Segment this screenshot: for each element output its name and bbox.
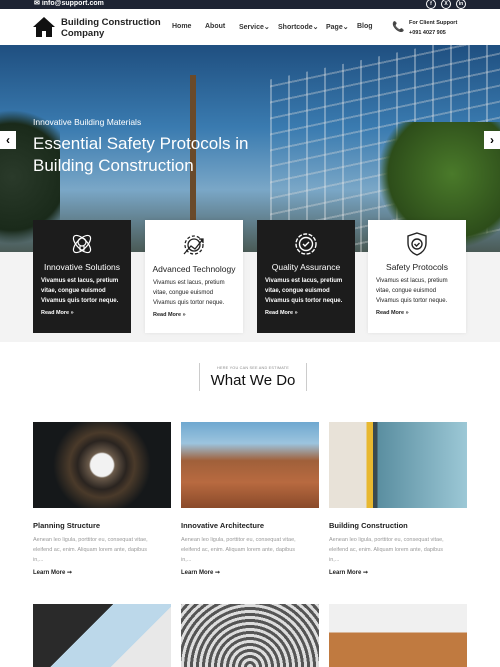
feature-card-quality-assurance: Quality Assurance Vivamus est lacus, pre…	[257, 220, 355, 333]
nav-page[interactable]: Page⌄	[326, 23, 349, 31]
nav-blog[interactable]: Blog	[357, 23, 373, 30]
read-more-link[interactable]: Read More »	[145, 312, 243, 318]
brand-line1: Building Construction	[61, 17, 161, 28]
x-icon[interactable]: X	[441, 0, 451, 9]
email-link[interactable]: ✉ info@support.com	[34, 0, 104, 7]
chevron-down-icon: ⌄	[342, 24, 349, 31]
client-support[interactable]: For Client Support +091 4027 905	[409, 18, 457, 38]
feature-card-advanced-technology: Advanced Technology Vivamus est lacus, p…	[145, 220, 243, 333]
house-logo-icon[interactable]	[33, 17, 55, 37]
service-title[interactable]: Innovative Architecture	[181, 521, 319, 530]
phone-icon: 📞	[392, 22, 405, 33]
service-image[interactable]	[329, 422, 467, 508]
facebook-icon[interactable]: f	[426, 0, 436, 9]
top-bar: ✉ info@support.com f X in	[0, 0, 500, 9]
header: Building Construction Company Home About …	[0, 9, 500, 45]
hero-subtitle: Innovative Building Materials	[33, 117, 142, 127]
read-more-link[interactable]: Read More »	[257, 310, 355, 316]
service-card: Building Construction Aenean leo ligula,…	[329, 422, 467, 576]
feature-title: Advanced Technology	[152, 264, 236, 274]
service-text: Aenean leo ligula, porttitor eu, consequ…	[33, 537, 148, 563]
feature-title: Safety Protocols	[386, 262, 448, 272]
brand-line2: Company	[61, 28, 105, 39]
service-image[interactable]	[33, 604, 171, 667]
hero-title: Essential Safety Protocols in Building C…	[33, 134, 249, 175]
learn-more-link[interactable]: Learn More ➞	[33, 569, 171, 576]
section-title: What We Do	[210, 372, 296, 389]
email-text: info@support.com	[41, 0, 104, 7]
prev-slide-button[interactable]: ‹	[0, 131, 16, 149]
badge-check-icon	[295, 233, 317, 255]
section-subtitle: HERE YOU CAN SEE AND ESTIMATE	[217, 366, 289, 370]
shield-check-icon	[407, 232, 427, 256]
service-image[interactable]	[181, 422, 319, 508]
learn-more-link[interactable]: Learn More ➞	[329, 569, 467, 576]
support-phone: +091 4027 905	[409, 30, 446, 36]
service-text: Aenean leo ligula, porttitor eu, consequ…	[329, 537, 444, 563]
service-text: Aenean leo ligula, porttitor eu, consequ…	[181, 537, 296, 563]
service-title[interactable]: Planning Structure	[33, 521, 171, 530]
nav-label: Page	[326, 24, 343, 31]
service-image[interactable]	[329, 604, 467, 667]
learn-more-link[interactable]: Learn More ➞	[181, 569, 319, 576]
next-slide-button[interactable]: ›	[484, 131, 500, 149]
service-card: Innovative Architecture Aenean leo ligul…	[181, 422, 319, 576]
read-more-link[interactable]: Read More »	[368, 310, 466, 316]
gear-chart-icon	[183, 235, 204, 255]
service-title[interactable]: Building Construction	[329, 521, 467, 530]
nav-about[interactable]: About	[205, 23, 225, 30]
service-image[interactable]	[181, 604, 319, 667]
nav-home[interactable]: Home	[172, 23, 191, 30]
nav-label: Service	[239, 24, 264, 31]
feature-text: Vivamus est lacus, pretium vitae, congue…	[41, 278, 119, 304]
feature-title: Quality Assurance	[271, 262, 341, 272]
feature-card-innovative-solutions: Innovative Solutions Vivamus est lacus, …	[33, 220, 131, 333]
brand-name[interactable]: Building Construction Company	[61, 17, 161, 39]
chevron-down-icon: ⌄	[312, 24, 319, 31]
feature-text: Vivamus est lacus, pretium vitae, congue…	[153, 280, 225, 306]
feature-card-safety-protocols: Safety Protocols Vivamus est lacus, pret…	[368, 220, 466, 333]
linkedin-icon[interactable]: in	[456, 0, 466, 9]
feature-text: Vivamus est lacus, pretium vitae, congue…	[376, 278, 448, 304]
nav-shortcode[interactable]: Shortcode⌄	[278, 23, 319, 31]
chevron-down-icon: ⌄	[263, 24, 270, 31]
nav-service[interactable]: Service⌄	[239, 23, 270, 31]
section-heading: HERE YOU CAN SEE AND ESTIMATE What We Do	[199, 363, 307, 391]
service-card: Planning Structure Aenean leo ligula, po…	[33, 422, 171, 576]
read-more-link[interactable]: Read More »	[33, 310, 131, 316]
support-label: For Client Support	[409, 20, 458, 26]
lightbulb-atom-icon	[72, 234, 92, 254]
feature-title: Innovative Solutions	[43, 262, 121, 272]
service-image[interactable]	[33, 422, 171, 508]
nav-label: Shortcode	[278, 24, 313, 31]
feature-text: Vivamus est lacus, pretium vitae, congue…	[265, 278, 343, 304]
